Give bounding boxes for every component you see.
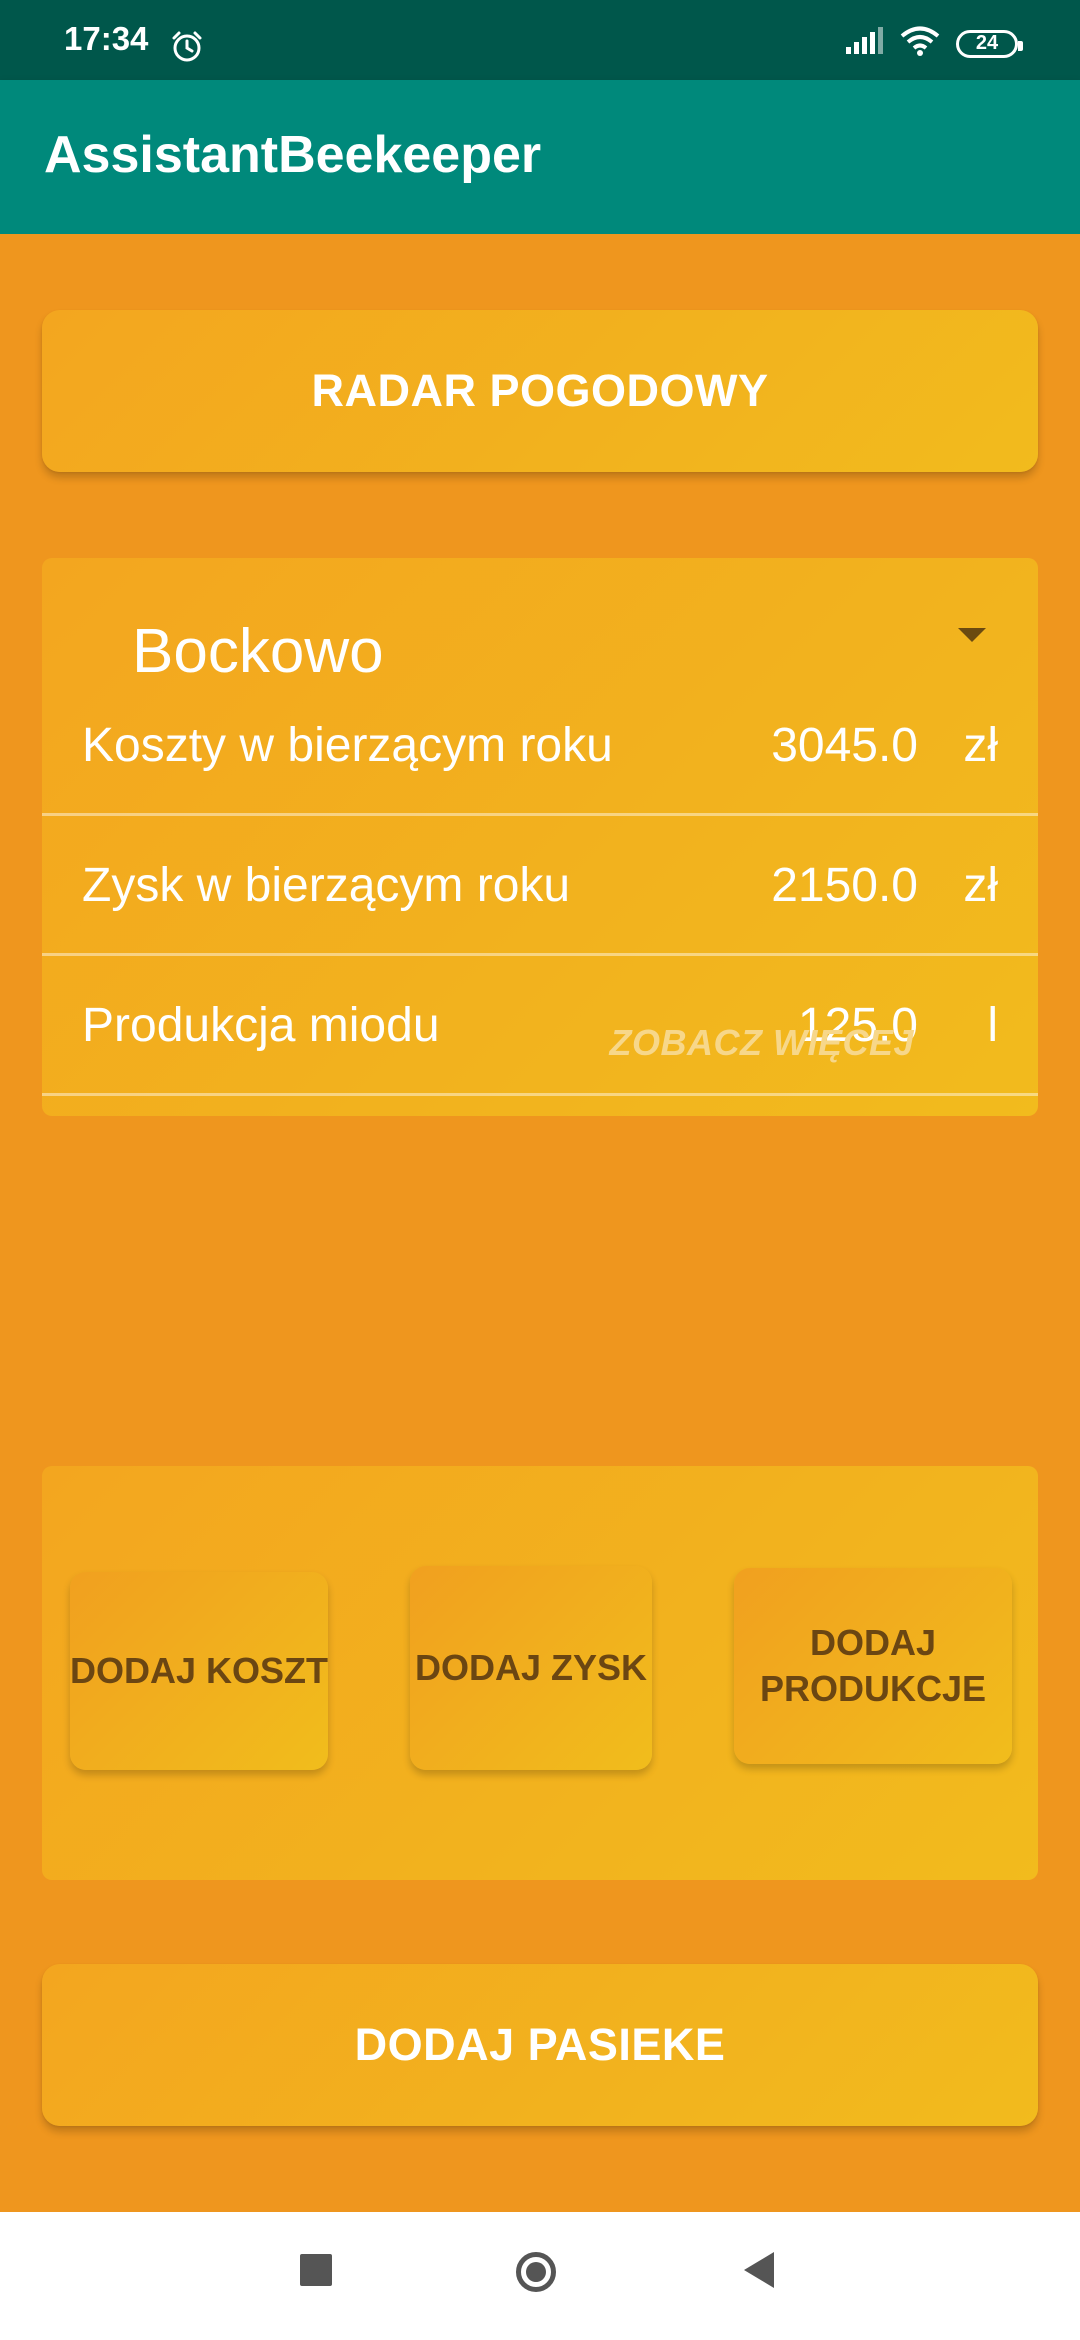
stat-unit: l [987, 999, 998, 1052]
add-apiary-button[interactable]: DODAJ PASIEKE [42, 1964, 1038, 2126]
stat-value: 3045.0 [771, 719, 918, 772]
battery-icon: 24 [956, 29, 1023, 58]
add-profit-button[interactable]: DODAJ ZYSK [410, 1566, 652, 1770]
apiary-card: Bockowo Koszty w bierzącym roku 3045.0 z… [42, 558, 1038, 1116]
stat-label: Zysk w bierzącym roku [82, 859, 571, 912]
wifi-icon [900, 26, 940, 61]
battery-level: 24 [975, 32, 999, 54]
stat-row-profit: Zysk w bierzącym roku 2150.0 zł [42, 816, 1038, 956]
home-icon[interactable] [516, 2252, 556, 2292]
status-icons: 24 [844, 26, 1023, 61]
system-nav-bar [0, 2212, 1080, 2340]
status-time: 17:34 [64, 20, 149, 57]
stat-label: Koszty w bierzącym roku [82, 719, 613, 772]
alarm-clock-icon [170, 30, 204, 69]
recent-apps-icon[interactable] [300, 2254, 332, 2286]
add-cost-button[interactable]: DODAJ KOSZT [70, 1572, 328, 1770]
stat-unit: zł [963, 859, 998, 912]
dropdown-arrow-icon [958, 628, 986, 642]
actions-card: DODAJ KOSZT DODAJ ZYSK DODAJ PRODUKCJE [42, 1466, 1038, 1880]
add-production-button[interactable]: DODAJ PRODUKCJE [734, 1568, 1012, 1764]
back-icon[interactable] [744, 2252, 774, 2288]
see-more-link[interactable]: ZOBACZ WIĘCEJ [609, 1022, 914, 1064]
main-content: RADAR POGODOWY Bockowo Koszty w bierzący… [0, 234, 1080, 2212]
weather-radar-button[interactable]: RADAR POGODOWY [42, 310, 1038, 472]
app-title: AssistantBeekeeper [44, 126, 542, 184]
app-bar: AssistantBeekeeper [0, 80, 1080, 234]
cell-signal-icon [844, 27, 884, 60]
stat-unit: zł [963, 719, 998, 772]
status-bar: 17:34 24 [0, 0, 1080, 80]
stat-label: Produkcja miodu [82, 999, 440, 1052]
stat-value: 2150.0 [771, 859, 918, 912]
stat-row-costs: Koszty w bierzącym roku 3045.0 zł [42, 676, 1038, 816]
